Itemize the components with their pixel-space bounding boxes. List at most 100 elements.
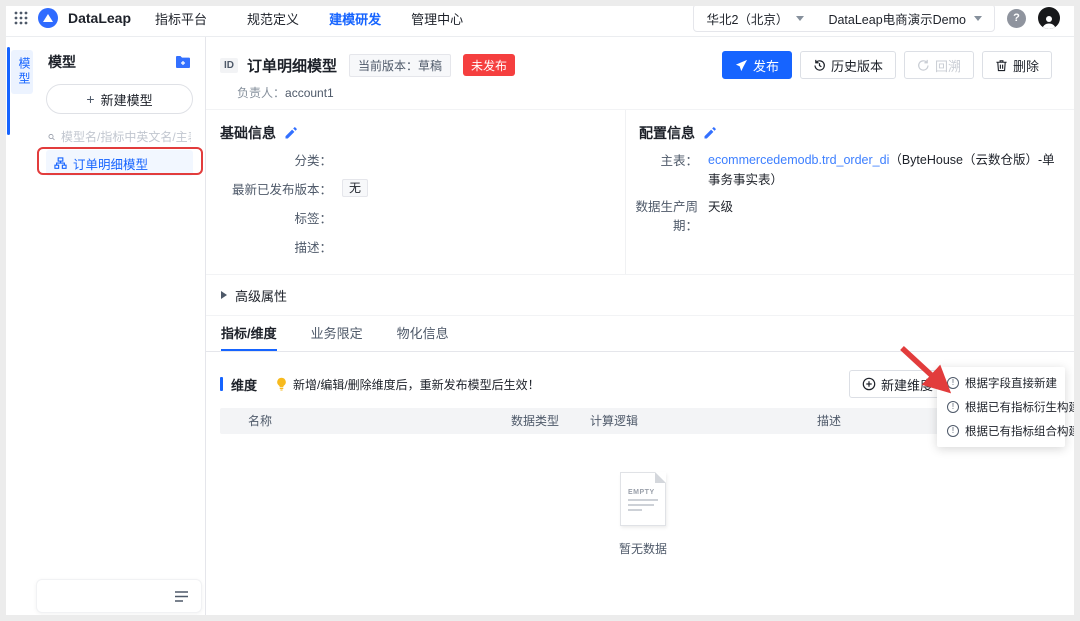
model-sidebar: 模型 + 新建模型 模型名/指标中英文名/主表名/ 订单明细模型	[34, 37, 206, 621]
send-icon	[735, 59, 748, 71]
list-icon[interactable]	[174, 590, 189, 603]
info-circle-icon: !	[947, 401, 959, 413]
config-info-title: 配置信息	[639, 125, 695, 141]
new-model-label: 新建模型	[100, 92, 153, 108]
delete-button[interactable]: 删除	[981, 51, 1052, 79]
info-circle-icon: !	[947, 425, 959, 437]
topbar-selects: 华北2（北京） DataLeap电商演示Demo	[693, 4, 995, 32]
id-badge: ID	[220, 57, 238, 73]
search-input[interactable]	[61, 130, 191, 144]
nav-spec-definition[interactable]: 规范定义	[247, 9, 299, 28]
sidebar-footer-card	[36, 579, 202, 613]
menu-item-combine-metrics[interactable]: ! 根据已有指标组合构建	[937, 419, 1080, 443]
region-select[interactable]: 华北2（北京）	[694, 9, 816, 28]
tab-materialization[interactable]: 物化信息	[397, 316, 449, 351]
folder-icon[interactable]	[175, 55, 191, 69]
metric-section-header: 指标 新增/编辑/删除指标后，重新发布模型后生效！	[220, 607, 1064, 621]
empty-label: 暂无数据	[618, 541, 667, 556]
rail-active-indicator	[7, 47, 10, 135]
sidebar-item-label: 订单明细模型	[73, 157, 149, 172]
region-select-value: 华北2（北京）	[706, 12, 789, 27]
metric-tip: 新增/编辑/删除指标后，重新发布模型后生效！	[275, 614, 540, 621]
edit-icon[interactable]	[284, 126, 298, 140]
menu-item-create-from-field[interactable]: ! 根据字段直接新建	[937, 371, 1065, 395]
info-section: 基础信息 分类： 最新已发布版本： 无 标签： 描述： 配置信息 主表： eco…	[206, 110, 1080, 275]
main-panel: ID 订单明细模型 当前版本：草稿 未发布 发布 历史版本 回溯 删除 负责人：…	[206, 37, 1080, 621]
platform-name: 指标平台	[155, 11, 208, 27]
version-badge: 当前版本：草稿	[349, 53, 452, 77]
project-select-value: DataLeap电商演示Demo	[828, 12, 966, 27]
dimension-empty-state: EMPTY 暂无数据	[206, 434, 1080, 594]
cycle-value: 天级	[708, 200, 734, 214]
tab-metrics-dimensions[interactable]: 指标/维度	[221, 316, 277, 351]
history-version-label: 历史版本	[830, 58, 883, 74]
product-name: DataLeap	[68, 10, 132, 26]
chevron-down-icon	[974, 15, 982, 21]
nav-admin-center[interactable]: 管理中心	[411, 9, 463, 28]
avatar[interactable]	[1038, 7, 1060, 29]
col-data-type: 数据类型	[511, 414, 560, 428]
history-icon	[814, 59, 825, 71]
page-title: 订单明细模型	[247, 57, 338, 75]
main-table-link[interactable]: ecommercedemodb.trd_order_di	[708, 153, 889, 167]
new-dimension-label: 新建维度	[880, 377, 933, 393]
trash-icon	[996, 59, 1007, 71]
app-window: DataLeap 指标平台 规范定义 建模研发 管理中心 华北2（北京） Dat…	[0, 0, 1080, 621]
topbar: DataLeap 指标平台 规范定义 建模研发 管理中心 华北2（北京） Dat…	[0, 0, 1080, 37]
basic-info-title: 基础信息	[220, 125, 276, 141]
left-rail: 模型	[0, 37, 34, 621]
basic-row-description: 描述：	[294, 241, 332, 255]
rollback-button[interactable]: 回溯	[903, 51, 974, 79]
nav-model-dev[interactable]: 建模研发	[329, 9, 381, 28]
model-header: ID 订单明细模型 当前版本：草稿 未发布 发布 历史版本 回溯 删除	[214, 50, 1052, 80]
empty-doc-icon: EMPTY	[620, 471, 666, 526]
advanced-attributes-toggle[interactable]: 高级属性	[206, 275, 1080, 316]
sidebar-item-order-detail-model[interactable]: 订单明细模型	[46, 150, 193, 176]
chevron-down-icon	[796, 15, 805, 21]
basic-row-latest-version: 最新已发布版本： 无	[220, 175, 625, 202]
owner-label: 负责人：	[237, 86, 286, 100]
owner-value: account1	[285, 86, 334, 100]
basic-row-tags: 标签：	[294, 212, 332, 226]
publish-label: 发布	[752, 58, 779, 74]
new-model-button[interactable]: + 新建模型	[46, 84, 193, 114]
dimension-tip: 新增/编辑/删除维度后，重新发布模型后生效！	[275, 376, 540, 393]
search-icon	[48, 134, 55, 141]
detail-tabs: 指标/维度 业务限定 物化信息	[206, 316, 1080, 352]
col-description: 描述	[817, 414, 842, 428]
bulb-icon	[277, 377, 286, 391]
config-info: 配置信息 主表： ecommercedemodb.trd_order_di（By…	[625, 110, 1080, 274]
new-metric-dropdown: ! 根据字段直接新建 ! 根据已有指标衍生构建 ! 根据已有指标组合构建	[937, 367, 1080, 447]
advanced-attributes-label: 高级属性	[235, 288, 288, 304]
apps-grid-icon[interactable]	[14, 11, 28, 25]
delete-label: 删除	[1012, 58, 1039, 74]
top-nav: 规范定义 建模研发 管理中心	[247, 9, 463, 28]
edit-icon[interactable]	[703, 126, 717, 140]
project-select[interactable]: DataLeap电商演示Demo	[816, 9, 994, 28]
publish-button[interactable]: 发布	[721, 51, 792, 79]
col-name: 名称	[248, 414, 273, 428]
tab-business-limits[interactable]: 业务限定	[311, 316, 363, 351]
metric-title: 指标	[231, 613, 257, 621]
plus-circle-icon	[862, 377, 876, 391]
basic-info: 基础信息 分类： 最新已发布版本： 无 标签： 描述：	[206, 110, 625, 274]
status-badge: 未发布	[463, 54, 516, 76]
plus-icon: +	[86, 91, 95, 107]
section-bar	[220, 615, 223, 621]
config-row-cycle: 数据生产周期： 天级	[626, 192, 1064, 234]
dimension-title: 维度	[231, 377, 258, 393]
owner-row: 负责人：account1	[237, 84, 1080, 100]
help-icon[interactable]: ?	[1007, 8, 1026, 28]
basic-row-category: 分类：	[294, 154, 332, 168]
none-badge: 无	[342, 179, 369, 197]
new-dimension-button[interactable]: 新建维度	[848, 370, 946, 398]
sidebar-title: 模型	[48, 54, 76, 70]
dataleap-logo-icon	[38, 8, 58, 28]
rollback-label: 回溯	[934, 58, 961, 74]
info-circle-icon: !	[947, 377, 959, 389]
history-version-button[interactable]: 历史版本	[799, 51, 896, 79]
rail-tab-model[interactable]: 模型	[11, 50, 33, 94]
config-row-main-table: 主表： ecommercedemodb.trd_order_di（ByteHou…	[660, 153, 1055, 187]
menu-item-derive-from-metric[interactable]: ! 根据已有指标衍生构建	[937, 395, 1080, 419]
col-calc-logic: 计算逻辑	[590, 414, 639, 428]
